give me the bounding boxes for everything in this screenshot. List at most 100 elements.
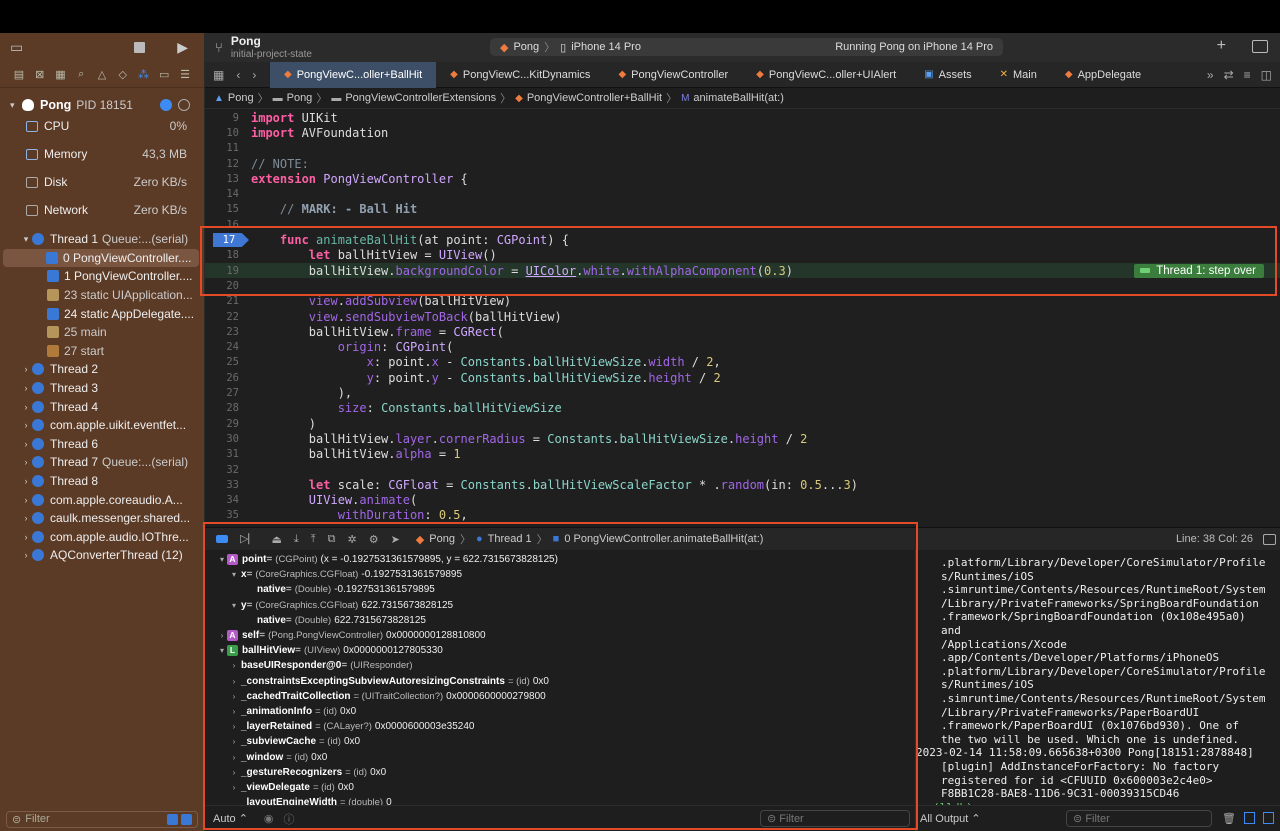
- code-line[interactable]: 12 // NOTE:: [205, 156, 1280, 171]
- code-line[interactable]: 32: [205, 462, 1280, 477]
- chevron-right-icon[interactable]: ›: [20, 532, 32, 542]
- thread-row[interactable]: › com.apple.audio.IOThre...: [0, 528, 204, 547]
- gauge-cpu[interactable]: CPU 0%: [0, 116, 204, 144]
- variable-row[interactable]: ▾ LballHitView = (UIView) 0x00000001278053…: [205, 643, 916, 658]
- thread-row[interactable]: › com.apple.uikit.eventfet...: [0, 416, 204, 435]
- chevron-right-icon[interactable]: ›: [20, 495, 32, 505]
- code-line[interactable]: 11: [205, 141, 1280, 156]
- thread-row[interactable]: › caulk.messenger.shared...: [0, 509, 204, 528]
- process-row[interactable]: ▾ Pong PID 18151: [0, 94, 204, 116]
- crumb-target[interactable]: Pong: [429, 533, 455, 545]
- grid-icon[interactable]: ▦: [213, 68, 224, 82]
- variables-scope-select[interactable]: Auto ⌃: [213, 812, 248, 825]
- code-line[interactable]: 21 view.addSubview(ballHitView): [205, 294, 1280, 309]
- output-select[interactable]: All Output ⌃: [920, 812, 981, 825]
- variable-row[interactable]: _layoutEngineWidth = (double) 0: [205, 795, 916, 805]
- step-over-icon[interactable]: ⏏: [271, 533, 281, 546]
- chevron-down-icon[interactable]: ▾: [217, 646, 227, 655]
- gauge-disk[interactable]: Disk Zero KB/s: [0, 172, 204, 200]
- variable-row[interactable]: ▾ Apoint = (CGPoint) (x = -0.1927531361579…: [205, 552, 916, 567]
- step-indicator[interactable]: Thread 1: step over: [1134, 263, 1264, 278]
- environment-overrides-icon[interactable]: ⚙: [369, 533, 379, 546]
- gauge-network[interactable]: Network Zero KB/s: [0, 200, 204, 228]
- code-line[interactable]: 34 UIView.animate(: [205, 493, 1280, 508]
- stack-frame[interactable]: 0 PongViewController....: [3, 248, 199, 268]
- code-line[interactable]: 20: [205, 278, 1280, 293]
- variables-panel-toggle-icon[interactable]: [1244, 812, 1255, 824]
- filter-option-icon[interactable]: [167, 813, 178, 825]
- variable-row[interactable]: › _layerRetained = (CALayer?) 0x0000600003e…: [205, 719, 916, 734]
- chevron-right-icon[interactable]: ›: [229, 707, 239, 716]
- thread-row[interactable]: › com.apple.coreaudio.A...: [0, 490, 204, 509]
- chevron-right-icon[interactable]: ›: [20, 383, 32, 393]
- activity-icon[interactable]: [178, 99, 190, 111]
- chevron-down-icon[interactable]: ▾: [229, 570, 239, 579]
- chevron-right-icon[interactable]: ›: [229, 783, 239, 792]
- step-out-icon[interactable]: ⤒: [311, 533, 316, 546]
- chevron-right-icon[interactable]: ›: [229, 661, 239, 670]
- chevron-right-icon[interactable]: ›: [20, 513, 32, 523]
- chevron-down-icon[interactable]: ▾: [20, 234, 32, 245]
- jumpbar-item[interactable]: PongViewController+BallHit: [527, 92, 662, 104]
- variable-row[interactable]: › _subviewCache = (id) 0x0: [205, 734, 916, 749]
- location-icon[interactable]: ➤: [391, 533, 400, 546]
- run-button[interactable]: ▶: [177, 39, 188, 56]
- chevron-right-icon[interactable]: ›: [20, 457, 32, 467]
- stack-frame[interactable]: 25 main: [0, 323, 204, 342]
- chevron-down-icon[interactable]: ▾: [229, 601, 239, 610]
- code-line[interactable]: 31 ballHitView.alpha = 1: [205, 447, 1280, 462]
- console-filter-field[interactable]: ⊜ Filter: [1066, 810, 1213, 827]
- stack-frame[interactable]: 1 PongViewController....: [0, 267, 204, 286]
- variable-row[interactable]: ▾ y = (CoreGraphics.CGFloat) 622.731567382…: [205, 598, 916, 613]
- stack-frame[interactable]: 27 start: [0, 342, 204, 361]
- chevron-right-icon[interactable]: ›: [20, 364, 32, 374]
- editor-tab[interactable]: ◆ AppDelegate: [1051, 62, 1155, 88]
- info-icon[interactable]: [160, 99, 172, 111]
- debug-icon[interactable]: ⁂: [137, 68, 151, 81]
- chevron-down-icon[interactable]: ▾: [217, 555, 227, 564]
- back-icon[interactable]: ‹: [236, 68, 240, 82]
- chevron-right-icon[interactable]: ›: [229, 768, 239, 777]
- code-line[interactable]: 10 import AVFoundation: [205, 125, 1280, 140]
- view-debugger-icon[interactable]: ⧉: [328, 533, 336, 546]
- code-line[interactable]: 9 import UIKit: [205, 110, 1280, 125]
- variable-row[interactable]: › _constraintsExceptingSubviewAutoresizin…: [205, 674, 916, 689]
- editor-tab[interactable]: ◆ PongViewC...KitDynamics: [436, 62, 604, 88]
- jumpbar-item[interactable]: animateBallHit(at:): [693, 92, 783, 104]
- code-line[interactable]: 15 // MARK: - Ball Hit: [205, 202, 1280, 217]
- chevron-right-icon[interactable]: ›: [20, 439, 32, 449]
- code-line[interactable]: 35 withDuration: 0.5,: [205, 508, 1280, 523]
- variable-row[interactable]: › _window = (id) 0x0: [205, 749, 916, 764]
- chevron-right-icon[interactable]: ›: [229, 677, 239, 686]
- chevron-double-icon[interactable]: »: [1207, 68, 1214, 82]
- debug-area-toggle-icon[interactable]: [216, 535, 228, 543]
- variable-row[interactable]: native = (Double) 622.7315673828125: [205, 613, 916, 628]
- split-editor-icon[interactable]: ◫: [1261, 68, 1272, 82]
- variable-row[interactable]: › _viewDelegate = (id) 0x0: [205, 780, 916, 795]
- chevron-right-icon[interactable]: ›: [229, 692, 239, 701]
- source-editor[interactable]: 9 import UIKit 10 import AVFoundation 11 12 //…: [205, 109, 1280, 527]
- panel-toggle-icon[interactable]: [1263, 533, 1276, 545]
- variables-filter-field[interactable]: ⊜ Filter: [760, 810, 910, 827]
- editor-tab[interactable]: ◆ PongViewC...oller+BallHit: [270, 61, 437, 88]
- code-line[interactable]: 24 origin: CGPoint(: [205, 340, 1280, 355]
- variable-row[interactable]: › baseUIResponder@0 = (UIResponder): [205, 658, 916, 673]
- sidebar-toggle-icon[interactable]: ▭: [10, 39, 23, 56]
- thread-row[interactable]: › Thread 8: [0, 472, 204, 491]
- chevron-right-icon[interactable]: ›: [229, 737, 239, 746]
- test-icon[interactable]: ◇: [116, 68, 130, 81]
- folder-icon[interactable]: ▤: [12, 68, 26, 81]
- warning-icon[interactable]: △: [95, 68, 109, 81]
- thread-row[interactable]: › Thread 6: [0, 435, 204, 454]
- variable-row[interactable]: › _gestureRecognizers = (id) 0x0: [205, 765, 916, 780]
- chevron-right-icon[interactable]: ›: [20, 550, 32, 560]
- thread-row[interactable]: › Thread 4: [0, 397, 204, 416]
- variable-row[interactable]: › _animationInfo = (id) 0x0: [205, 704, 916, 719]
- step-into-icon[interactable]: ⤓: [294, 533, 299, 546]
- chevron-right-icon[interactable]: ›: [229, 722, 239, 731]
- crumb-thread[interactable]: Thread 1: [488, 533, 532, 545]
- code-line[interactable]: 33 let scale: CGFloat = Constants.ballHi…: [205, 477, 1280, 492]
- editor-tab[interactable]: ◆ PongViewController: [604, 62, 742, 88]
- code-line[interactable]: 17 func animateBallHit(at point: CGPoint…: [205, 232, 1280, 248]
- editor-options-icon[interactable]: ≡: [1244, 68, 1251, 82]
